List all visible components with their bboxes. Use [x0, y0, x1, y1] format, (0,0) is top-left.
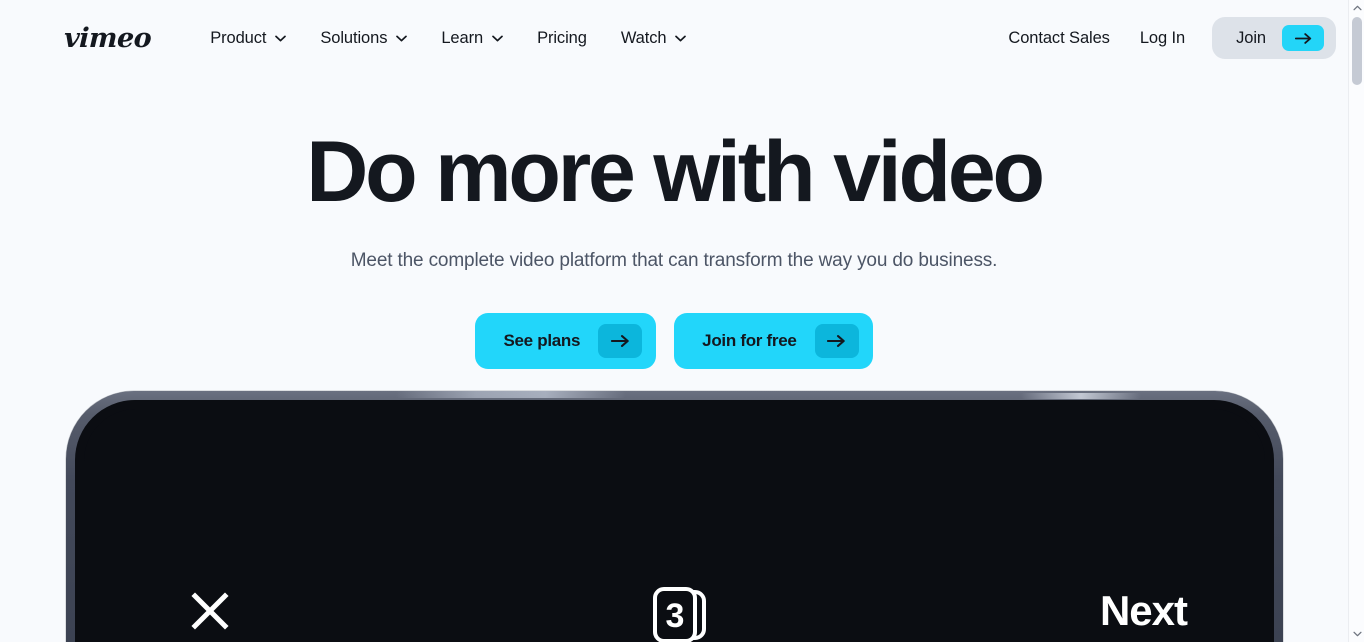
arrow-right-icon — [1282, 25, 1324, 51]
hero-cta-row: See plans Join for free — [0, 313, 1348, 369]
nav-item-label: Solutions — [320, 28, 388, 47]
phone-screen: 3 Next — [84, 409, 1265, 642]
phone-mockup: 3 Next — [66, 391, 1283, 642]
nav-item-product[interactable]: Product — [193, 29, 303, 48]
nav-item-watch[interactable]: Watch — [604, 29, 704, 48]
see-plans-button[interactable]: See plans — [475, 313, 657, 369]
vimeo-landing-page: vimeo Product Solutions Learn Pricing Wa… — [0, 0, 1364, 642]
join-button[interactable]: Join — [1212, 17, 1336, 59]
site-header: vimeo Product Solutions Learn Pricing Wa… — [0, 0, 1348, 76]
arrow-right-icon — [814, 324, 859, 358]
nav-item-label: Pricing — [537, 28, 587, 47]
see-plans-label: See plans — [503, 331, 581, 350]
nav-item-pricing[interactable]: Pricing — [520, 29, 604, 48]
scroll-down-arrow-icon[interactable] — [1349, 626, 1364, 642]
scroll-up-arrow-icon[interactable] — [1349, 0, 1364, 16]
nav-item-label: Learn — [441, 28, 484, 47]
contact-sales-link[interactable]: Contact Sales — [993, 29, 1124, 48]
chevron-down-icon — [275, 35, 287, 42]
hero-subtitle: Meet the complete video platform that ca… — [350, 250, 998, 271]
chevron-down-icon — [492, 35, 503, 42]
join-button-label: Join — [1236, 28, 1266, 47]
bezel-highlight — [396, 391, 626, 398]
cards-count: 3 — [666, 597, 685, 635]
nav-item-solutions[interactable]: Solutions — [303, 29, 424, 48]
chevron-down-icon — [396, 35, 408, 42]
bezel-highlight-right — [1021, 393, 1141, 399]
page-title: Do more with video — [306, 124, 1045, 220]
close-x-icon[interactable] — [188, 589, 232, 633]
nav-item-learn[interactable]: Learn — [424, 29, 520, 48]
log-in-link[interactable]: Log In — [1125, 29, 1200, 48]
nav-item-label: Product — [210, 28, 267, 47]
primary-navigation: Product Solutions Learn Pricing Watch — [193, 29, 703, 48]
join-for-free-label: Join for free — [702, 331, 797, 350]
scrollbar-thumb[interactable] — [1352, 17, 1362, 85]
stacked-cards-icon[interactable]: 3 — [652, 585, 714, 642]
arrow-right-icon — [598, 324, 643, 358]
phone-screen-ui: 3 Next — [84, 409, 1265, 642]
next-button[interactable]: Next — [1100, 587, 1188, 635]
page-scrollbar[interactable] — [1348, 0, 1364, 642]
vimeo-logo[interactable]: vimeo — [63, 23, 151, 54]
secondary-navigation: Contact Sales Log In Join — [993, 17, 1348, 59]
chevron-down-icon — [675, 35, 687, 42]
join-for-free-button[interactable]: Join for free — [674, 313, 873, 369]
nav-item-label: Watch — [620, 28, 667, 47]
